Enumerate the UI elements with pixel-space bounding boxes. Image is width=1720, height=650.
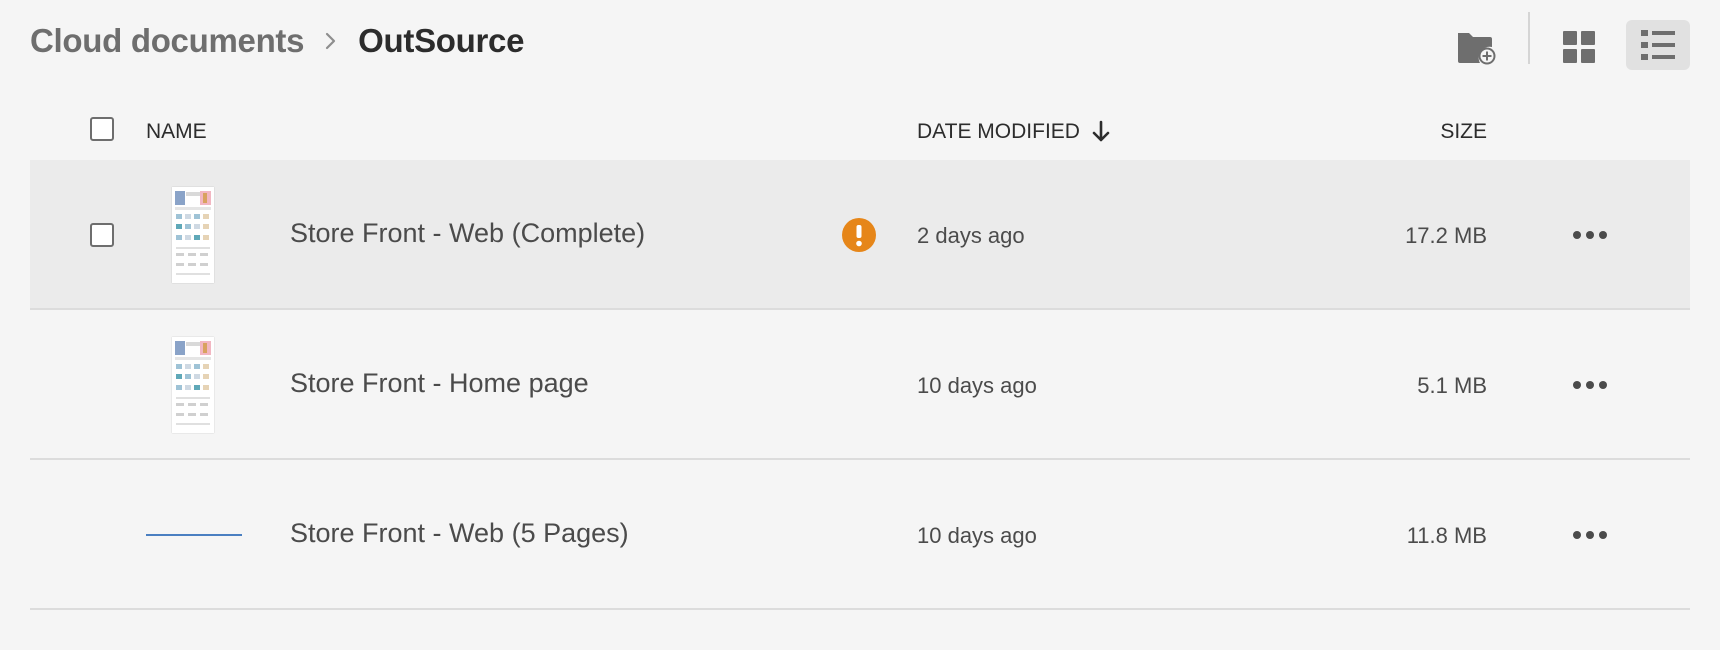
row-checkbox[interactable] (90, 223, 114, 247)
column-header-name[interactable]: NAME (146, 120, 207, 144)
column-header-name-label: NAME (146, 120, 207, 143)
column-header-date-modified[interactable]: DATE MODIFIED (917, 120, 1112, 144)
exclamation-icon (856, 225, 862, 247)
more-icon (1573, 531, 1581, 539)
table-row[interactable]: Store Front - Web (5 Pages) 10 days ago … (30, 460, 1690, 610)
file-name[interactable]: Store Front - Web (Complete) (290, 218, 645, 249)
column-header-size-label: SIZE (1440, 120, 1487, 143)
warning-icon[interactable] (842, 218, 876, 252)
file-name[interactable]: Store Front - Home page (290, 368, 589, 399)
file-date-modified: 2 days ago (917, 223, 1025, 248)
list-view-button[interactable] (1626, 20, 1690, 70)
file-thumbnail (172, 337, 214, 433)
more-options-button[interactable] (1566, 220, 1614, 250)
file-name[interactable]: Store Front - Web (5 Pages) (290, 518, 629, 549)
folder-add-icon (1458, 33, 1496, 65)
chevron-right-icon (326, 32, 336, 50)
more-options-button[interactable] (1566, 520, 1614, 550)
table-header: NAME DATE MODIFIED SIZE (30, 110, 1690, 152)
column-header-size[interactable]: SIZE (1440, 120, 1487, 144)
table-row[interactable]: Store Front - Web (Complete) 2 days ago … (30, 160, 1690, 310)
breadcrumb-parent-link[interactable]: Cloud documents (30, 22, 304, 60)
more-icon (1573, 381, 1581, 389)
breadcrumb: Cloud documents OutSource (30, 18, 524, 64)
grid-view-button[interactable] (1547, 24, 1611, 70)
grid-view-icon (1563, 31, 1595, 63)
page-preview-icon (175, 341, 211, 425)
file-size: 17.2 MB (1405, 223, 1487, 248)
select-all-checkbox[interactable] (90, 117, 114, 141)
column-header-date-label: DATE MODIFIED (917, 120, 1080, 143)
new-folder-button[interactable] (1444, 24, 1508, 70)
page-preview-icon (175, 191, 211, 275)
page-title: OutSource (358, 22, 525, 59)
more-options-button[interactable] (1566, 370, 1614, 400)
file-date-modified: 10 days ago (917, 373, 1037, 398)
sort-descending-icon (1092, 120, 1110, 142)
file-thumbnail (172, 187, 214, 283)
line-preview-thumbnail (146, 534, 242, 536)
file-size: 5.1 MB (1417, 373, 1487, 398)
file-date-modified: 10 days ago (917, 523, 1037, 548)
table-row[interactable]: Store Front - Home page 10 days ago 5.1 … (30, 310, 1690, 460)
list-view-icon (1641, 30, 1675, 60)
file-size: 11.8 MB (1406, 523, 1487, 548)
toolbar-divider (1528, 12, 1530, 64)
more-icon (1573, 231, 1581, 239)
